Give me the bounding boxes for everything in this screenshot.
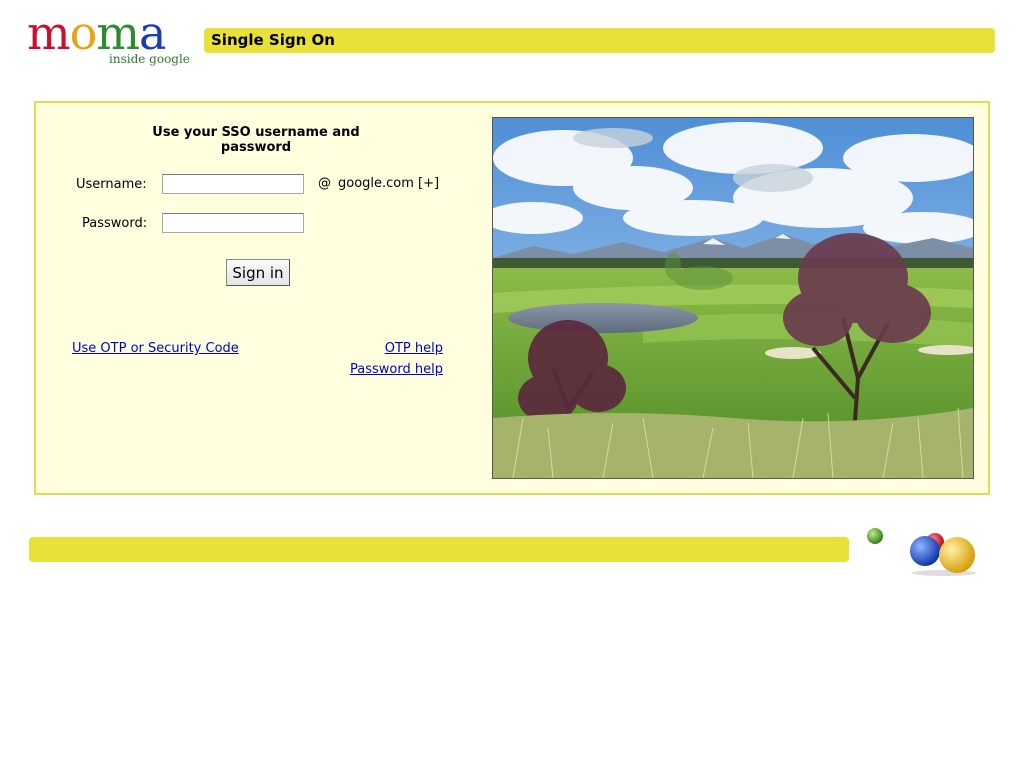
login-panel: Use your SSO username and password Usern… xyxy=(34,101,990,495)
domain-expand-toggle[interactable]: [+] xyxy=(418,176,439,191)
username-input[interactable] xyxy=(162,174,304,194)
header-bar: Single Sign On xyxy=(204,28,995,53)
password-help-link[interactable]: Password help xyxy=(350,362,443,377)
logo-letter: a xyxy=(138,6,166,60)
otp-code-link[interactable]: Use OTP or Security Code xyxy=(72,341,239,356)
landscape-photo xyxy=(492,117,974,479)
username-label: Username: xyxy=(76,177,147,192)
footer-bar xyxy=(29,537,849,562)
otp-help-link[interactable]: OTP help xyxy=(385,341,443,356)
logo-letter: o xyxy=(69,6,98,60)
password-label: Password: xyxy=(82,216,148,231)
logo-letter: m xyxy=(96,6,140,60)
logo-letter: m xyxy=(27,6,71,60)
password-input[interactable] xyxy=(162,213,304,233)
colored-balls-icon xyxy=(862,522,984,582)
sign-in-button[interactable]: Sign in xyxy=(226,259,290,286)
form-heading: Use your SSO username and password xyxy=(152,125,360,155)
domain-label: google.com xyxy=(338,176,414,191)
moma-logo[interactable]: moma inside google xyxy=(27,10,197,72)
at-symbol: @ xyxy=(318,176,331,191)
logo-wordmark: moma xyxy=(27,6,166,60)
page-title: Single Sign On xyxy=(211,31,335,49)
logo-tagline: inside google xyxy=(109,52,190,66)
golf-course-landscape-image xyxy=(493,118,973,478)
